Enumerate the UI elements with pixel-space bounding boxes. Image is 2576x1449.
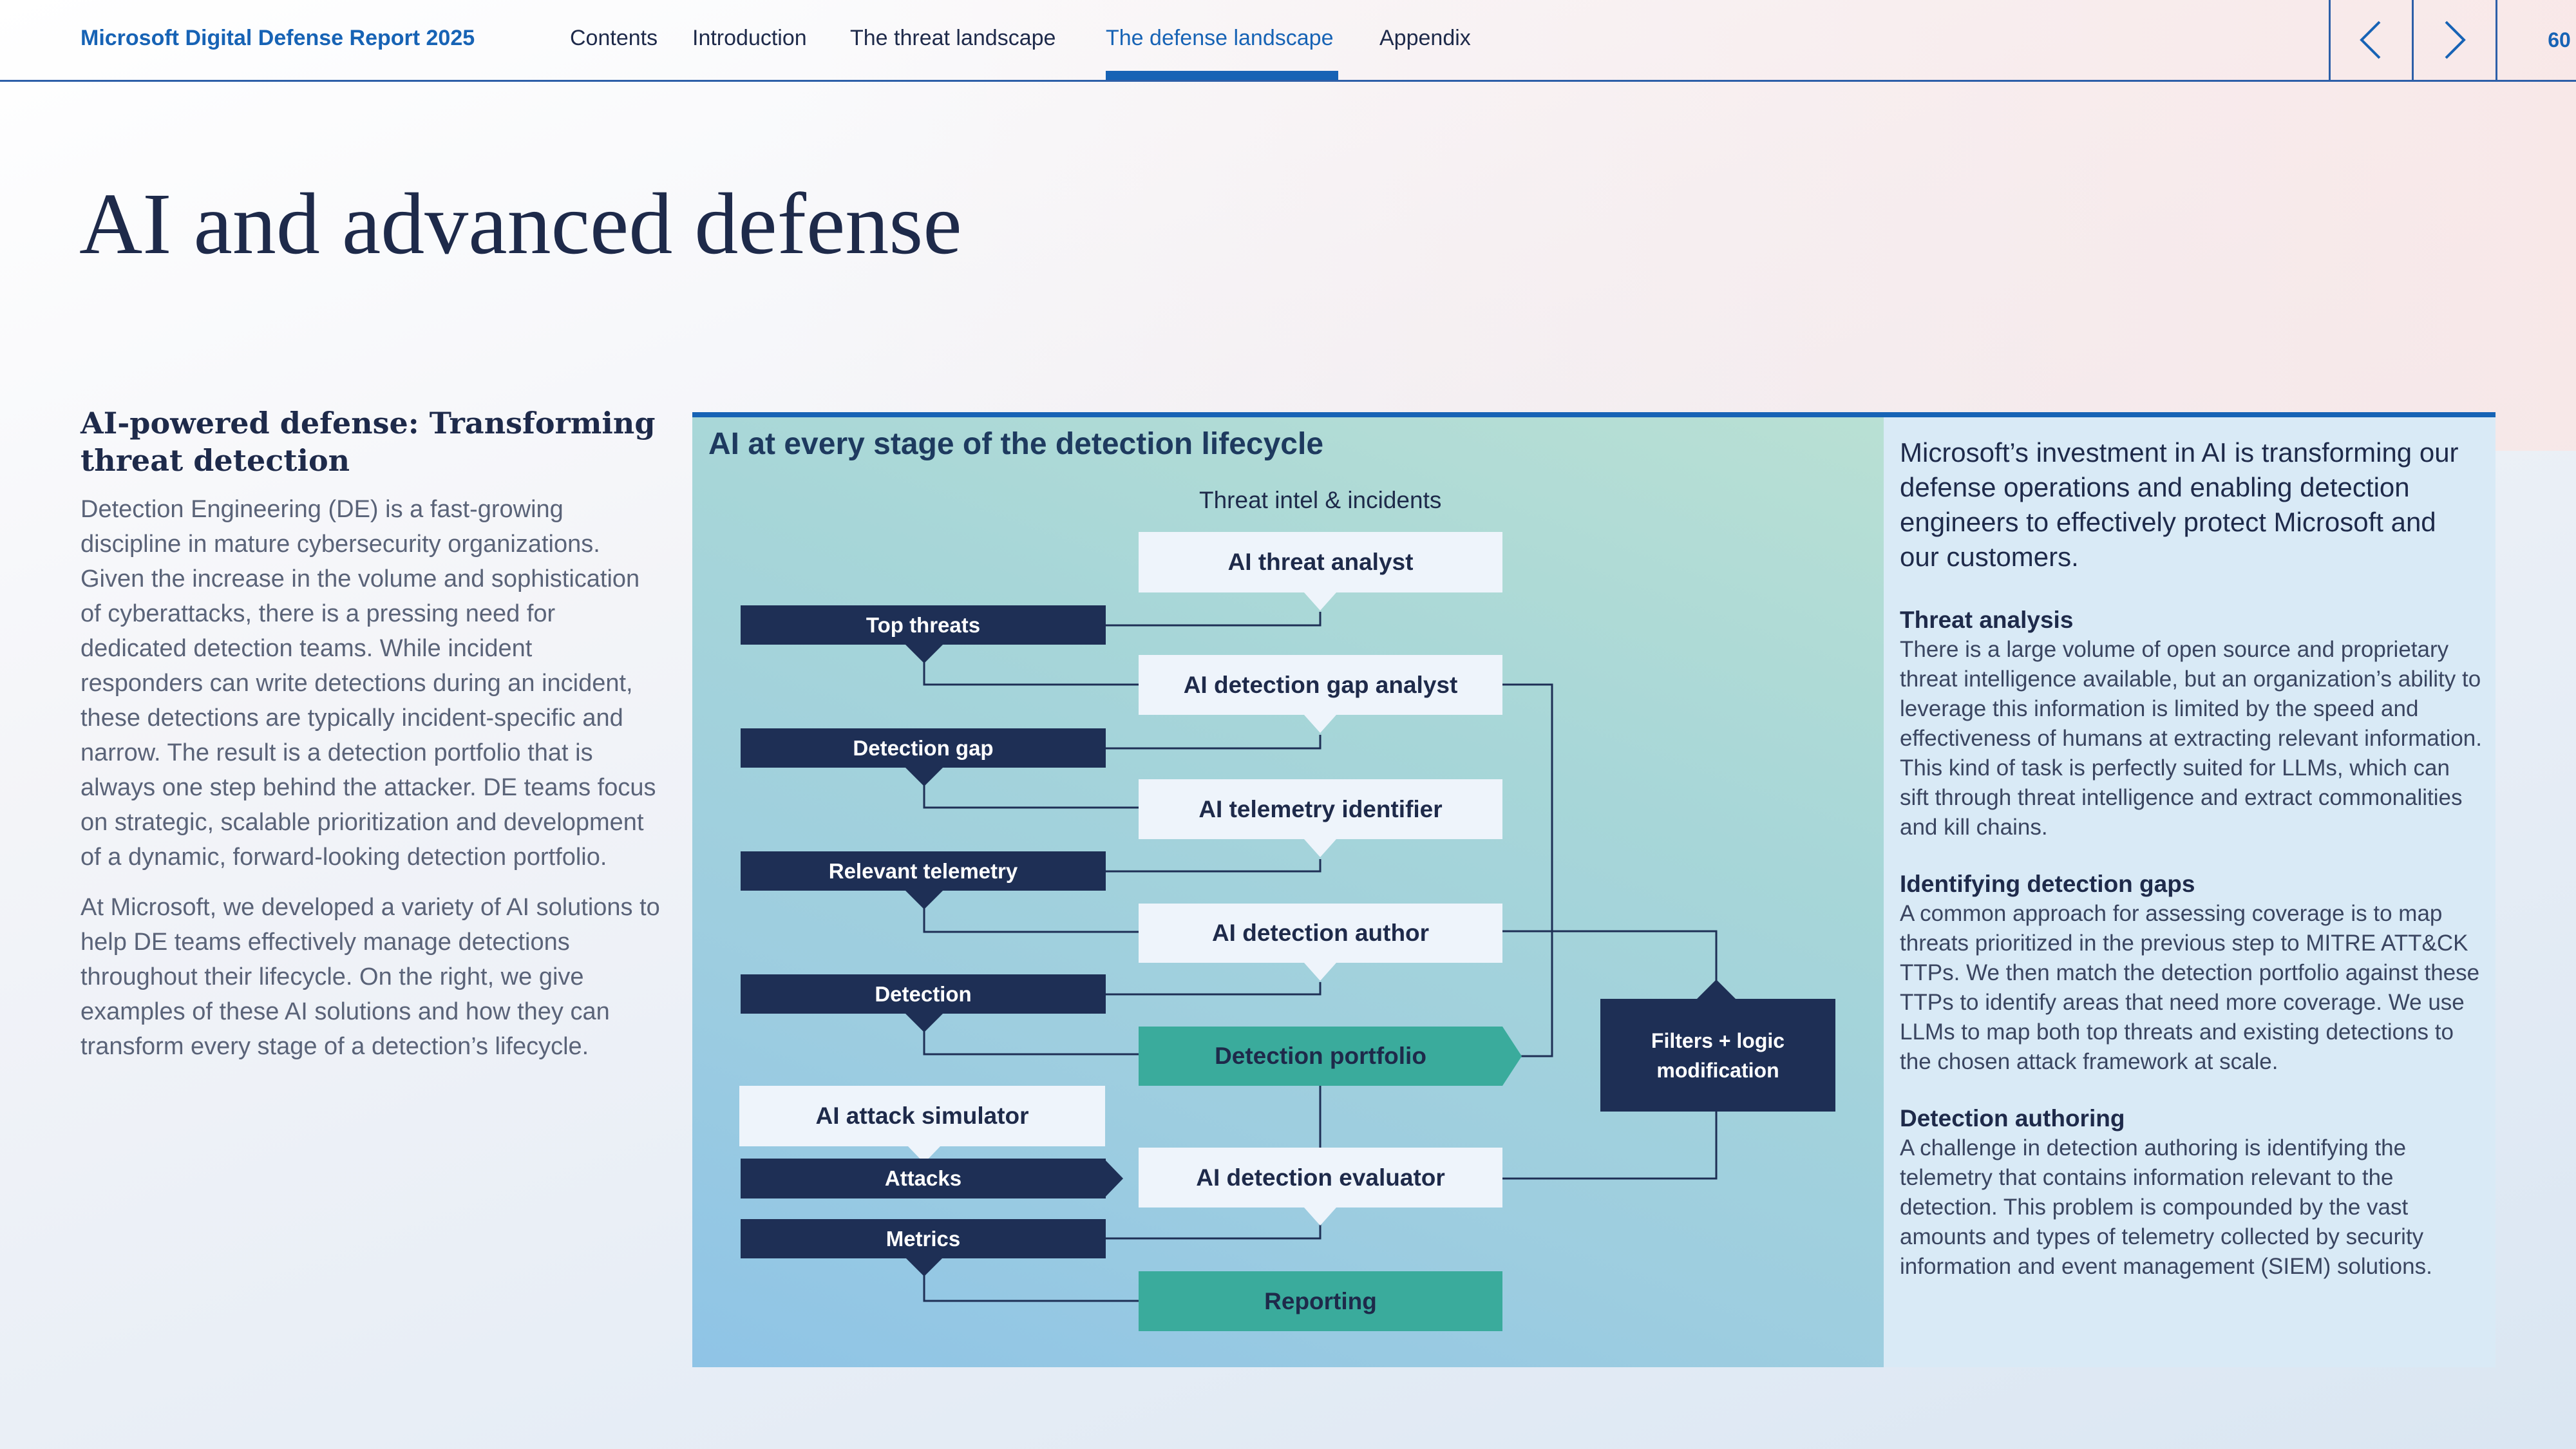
connector-line (1502, 683, 1553, 1057)
connector-line (1106, 982, 1321, 996)
relevant-telemetry-output: Relevant telemetry (741, 851, 1106, 891)
arrow-tab (905, 767, 943, 786)
arrow-tab (1304, 592, 1336, 611)
arrow-tab (1304, 839, 1336, 857)
arrow-tab (905, 644, 943, 663)
connector-line (923, 780, 1139, 809)
arrow-tab (905, 890, 943, 909)
explanation-column: Microsoft’s investment in AI is transfor… (1900, 435, 2483, 1310)
connector-line (1106, 735, 1321, 750)
side-intro: Microsoft’s investment in AI is transfor… (1900, 437, 2459, 572)
ai-detection-evaluator-node: AI detection evaluator (1139, 1148, 1502, 1208)
connector-line (1502, 1111, 1718, 1180)
connector-line (923, 1270, 1139, 1302)
detection-output: Detection (741, 974, 1106, 1014)
connector-line (1106, 1224, 1321, 1240)
ai-threat-analyst-node: AI threat analyst (1139, 532, 1502, 592)
attacks-output: Attacks (741, 1159, 1106, 1198)
connector-line (1502, 930, 1718, 982)
arrow-tab (1697, 980, 1736, 999)
detection-portfolio-node: Detection portfolio (1139, 1027, 1502, 1086)
ai-detection-author-node: AI detection author (1139, 904, 1502, 963)
connector-line (923, 1026, 1139, 1056)
ai-attack-simulator-node: AI attack simulator (739, 1086, 1105, 1146)
arrow-tab (1304, 1208, 1336, 1226)
arrow-tab (1502, 1027, 1522, 1086)
connector-line (1106, 612, 1321, 627)
detection-gap-output: Detection gap (741, 728, 1106, 768)
ai-telemetry-identifier-node: AI telemetry identifier (1139, 779, 1502, 839)
ai-detection-gap-analyst-node: AI detection gap analyst (1139, 655, 1502, 715)
threat-intel-label: Threat intel & incidents (1199, 487, 1442, 513)
filters-logic-node: Filters + logic modification (1600, 999, 1835, 1112)
arrow-tab (905, 1257, 943, 1276)
detection-gaps-heading: Identifying detection gaps (1900, 871, 2195, 897)
connector-line (923, 903, 1139, 933)
detection-authoring-text: A challenge in detection authoring is id… (1900, 1135, 2432, 1279)
metrics-output: Metrics (741, 1219, 1106, 1258)
connector-line (923, 657, 1139, 686)
connector-line (1106, 859, 1321, 873)
threat-analysis-text: There is a large volume of open source a… (1900, 637, 2483, 840)
arrow-tab (1304, 715, 1336, 733)
top-threats-output: Top threats (741, 605, 1106, 645)
detection-gaps-text: A common approach for assessing coverage… (1900, 901, 2480, 1074)
arrow-tab (1104, 1159, 1123, 1198)
arrow-tab (1304, 963, 1336, 981)
reporting-node: Reporting (1139, 1271, 1502, 1331)
detection-authoring-heading: Detection authoring (1900, 1105, 2125, 1132)
threat-analysis-heading: Threat analysis (1900, 607, 2074, 633)
arrow-tab (905, 1013, 943, 1032)
